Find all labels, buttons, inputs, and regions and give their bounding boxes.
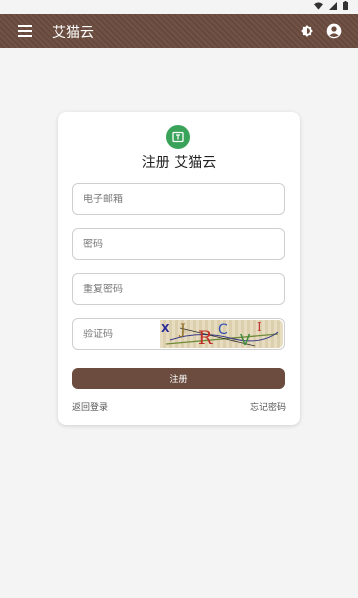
captcha-input[interactable]	[83, 328, 153, 340]
account-circle-icon[interactable]	[326, 23, 342, 39]
svg-text:V: V	[240, 331, 251, 348]
captcha-image[interactable]: X J R C V I	[160, 320, 283, 348]
svg-text:X: X	[161, 322, 170, 335]
status-bar	[0, 0, 358, 14]
svg-text:R: R	[198, 327, 213, 348]
register-card: 注册 艾猫云 X J R C V I 注册 返回登录 忘记密码	[58, 112, 300, 425]
app-title: 艾猫云	[52, 25, 94, 41]
book-icon	[166, 125, 190, 149]
signal-icon	[329, 1, 337, 10]
wifi-icon	[314, 1, 323, 10]
register-button[interactable]: 注册	[72, 368, 285, 389]
back-to-login-link[interactable]: 返回登录	[72, 400, 108, 413]
password-input[interactable]	[83, 238, 284, 250]
password-field[interactable]	[72, 228, 285, 260]
svg-text:C: C	[218, 322, 228, 338]
battery-icon	[343, 1, 348, 10]
status-icons	[314, 1, 348, 10]
svg-text:J: J	[178, 322, 186, 338]
svg-text:I: I	[257, 320, 262, 334]
page-title: 注册 艾猫云	[141, 155, 217, 171]
confirm-password-field[interactable]	[72, 273, 285, 305]
menu-icon[interactable]	[18, 23, 34, 39]
email-field[interactable]	[72, 183, 285, 215]
forgot-password-link[interactable]: 忘记密码	[250, 400, 286, 413]
brightness-icon[interactable]	[300, 24, 314, 38]
confirm-password-input[interactable]	[83, 283, 284, 295]
email-input[interactable]	[83, 193, 284, 205]
app-bar: 艾猫云	[0, 14, 358, 48]
captcha-field[interactable]: X J R C V I	[72, 318, 285, 350]
